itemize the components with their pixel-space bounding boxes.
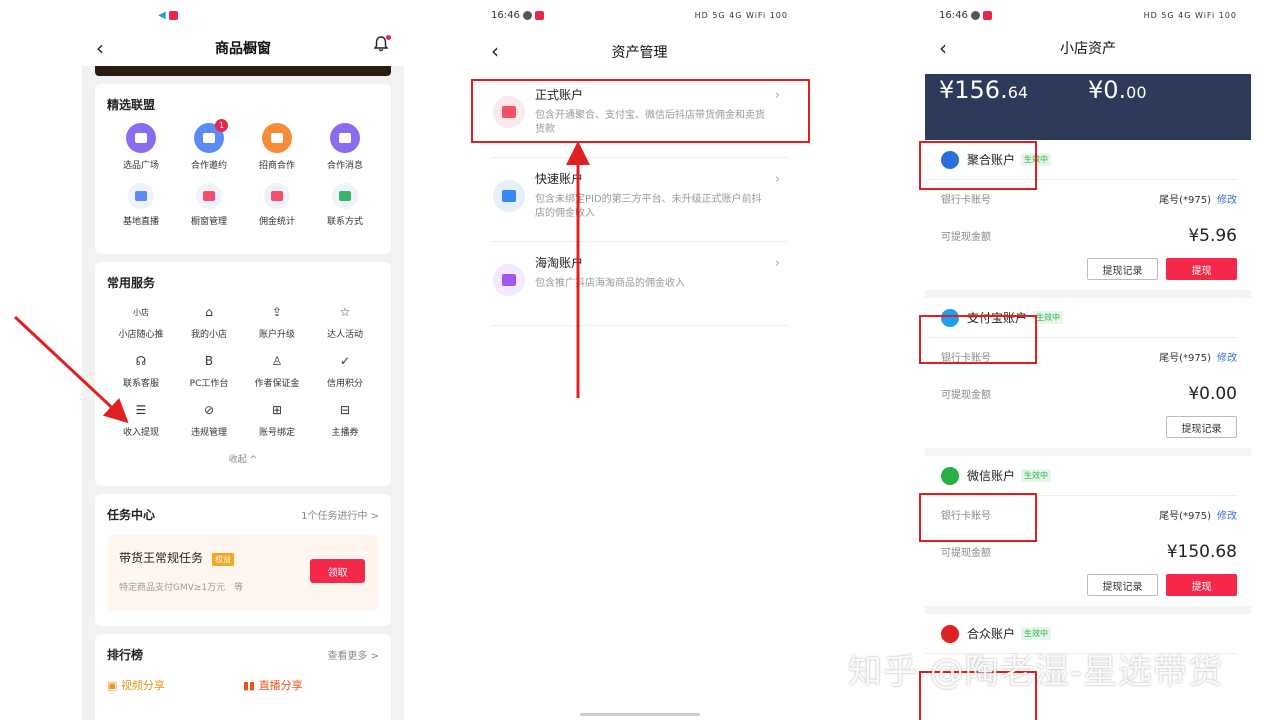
- watermark: 知乎 @陶老湿-星选带货: [848, 652, 1224, 692]
- canvas: ◀ ‹ 商品橱窗 精选联盟 选品广场 1 合作邀约 招商合作 合作消息 基地直播 橱窗管理佣…: [0, 0, 1280, 720]
- arrow-to-withdraw: [13, 315, 129, 424]
- annotation-arrows: [13, 141, 590, 424]
